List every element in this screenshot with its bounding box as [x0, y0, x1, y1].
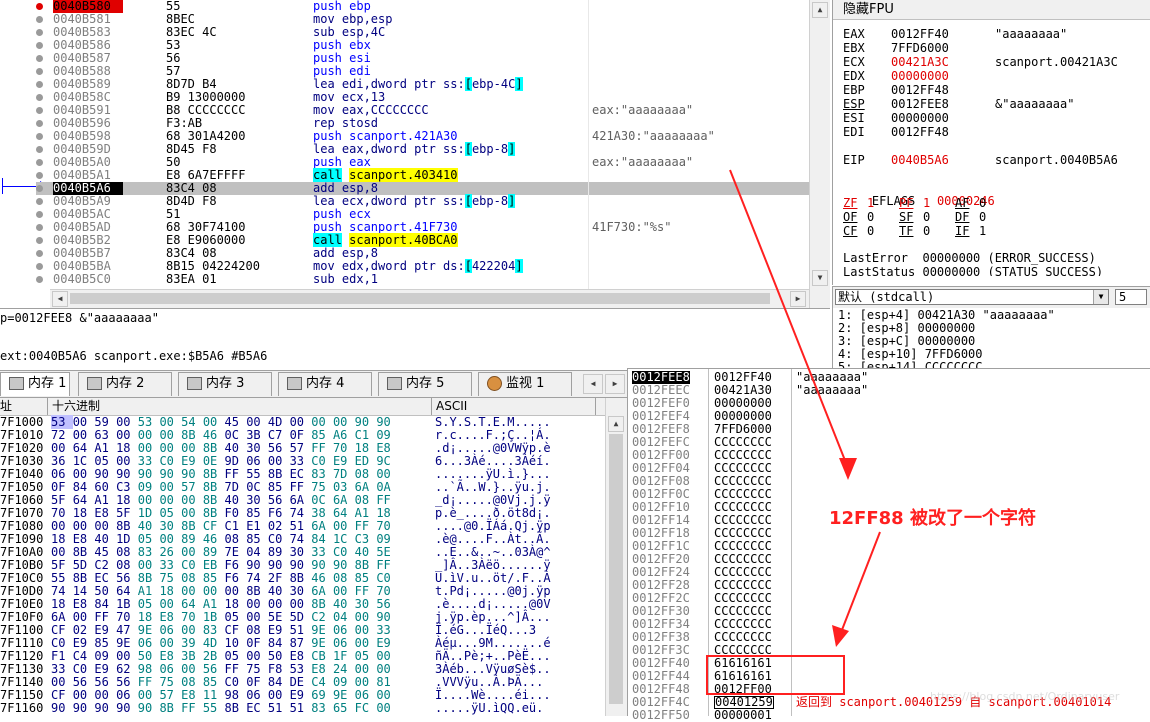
annotation-label: 12FF88 被改了一个字符	[829, 508, 1036, 529]
annotation-arrowhead-1	[839, 458, 857, 480]
annotation-arrow-1	[729, 169, 849, 469]
annotation-overlay	[706, 169, 881, 695]
annotation-arrow-2	[839, 531, 881, 636]
annotation-arrowhead-2	[832, 625, 849, 647]
watermark: https://blog.csdn.net/Ordinaryuser	[930, 690, 1120, 703]
annotation-highlight-box	[706, 655, 845, 695]
